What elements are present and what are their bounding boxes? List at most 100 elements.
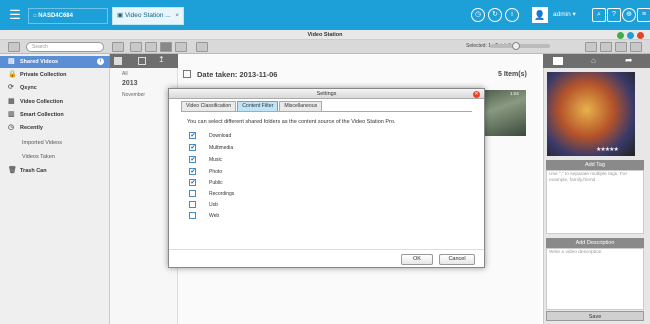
checkbox[interactable] bbox=[189, 168, 196, 176]
folder-label: Download bbox=[209, 133, 232, 139]
globe-icon[interactable]: ⊕ bbox=[622, 8, 636, 22]
sidebar-item-recently[interactable]: ◷ Recently bbox=[0, 122, 110, 134]
toolbar: Search Selected: 1 , Total: 5 bbox=[0, 40, 650, 54]
clock-icon[interactable]: ◷ bbox=[471, 8, 485, 22]
video-station-tab[interactable]: ▣ Video Station ... × bbox=[112, 7, 184, 25]
tab-video-classification[interactable]: Video Classification bbox=[181, 101, 237, 111]
window-title-bar: Video Station bbox=[0, 30, 650, 40]
sidebar-item-shared-videos[interactable]: ▤ Shared Videos i bbox=[0, 56, 110, 68]
upload-icon[interactable]: ↥ bbox=[158, 55, 165, 64]
timeline-all[interactable]: All bbox=[122, 71, 128, 77]
dialog-tabs: Video Classification Content Filter Miscel… bbox=[181, 101, 323, 111]
grid-view-icon[interactable] bbox=[112, 42, 124, 52]
tab-content-filter[interactable]: Content Filter bbox=[237, 101, 279, 111]
dialog-close-icon[interactable]: ✕ bbox=[473, 90, 480, 98]
detail-view-icon[interactable] bbox=[175, 42, 187, 52]
tag-input[interactable]: Use "," to separate multiple tags. For e… bbox=[546, 170, 644, 234]
sidebar-item-label: Trash Can bbox=[20, 168, 47, 174]
sidebar-item-label: Private Collection bbox=[20, 72, 67, 78]
search-placeholder: Search bbox=[32, 44, 48, 50]
calendar-icon[interactable] bbox=[138, 57, 146, 65]
info-badge-icon[interactable]: i bbox=[97, 58, 104, 65]
gear-icon[interactable] bbox=[600, 42, 612, 52]
window-close-icon[interactable] bbox=[637, 31, 644, 39]
video-info-icon[interactable] bbox=[553, 57, 563, 65]
checkbox[interactable] bbox=[189, 156, 196, 164]
sidebar: ▤ Shared Videos i 🔒 Private Collection ⟳ Qsy… bbox=[0, 54, 110, 324]
dialog-title: Settings bbox=[169, 89, 484, 99]
folder-label: Multimedia bbox=[209, 145, 234, 151]
zoom-slider[interactable] bbox=[490, 44, 550, 48]
sync-icon: ⟳ bbox=[8, 84, 14, 91]
username: admin bbox=[553, 11, 571, 18]
checkbox[interactable] bbox=[189, 190, 196, 197]
top-bar: ☰ ⌂ NASD4C684 ▣ Video Station ... × ◷ ↻ i… bbox=[0, 0, 650, 30]
share-icon[interactable]: ➦ bbox=[625, 55, 633, 66]
thumbnail-view-icon[interactable] bbox=[130, 42, 142, 52]
user-avatar-icon[interactable]: 👤 bbox=[532, 7, 548, 23]
sidebar-item-label: Qsync bbox=[20, 85, 37, 91]
add-description-button[interactable]: Add Description bbox=[546, 238, 644, 248]
zoom-slider-handle[interactable] bbox=[512, 42, 520, 50]
close-tab-icon[interactable]: × bbox=[175, 8, 179, 24]
settings-icon[interactable] bbox=[585, 42, 597, 52]
timeline-month[interactable]: November bbox=[122, 92, 145, 98]
refresh-icon[interactable]: ↻ bbox=[488, 8, 502, 22]
options-icon[interactable]: ≡ bbox=[637, 8, 650, 22]
sidebar-item-label: Imported Videos bbox=[22, 140, 62, 146]
sidebar-item-qsync[interactable]: ⟳ Qsync bbox=[0, 82, 110, 94]
sidebar-item-label: Video Collection bbox=[20, 99, 63, 105]
video-thumbnail[interactable] bbox=[478, 90, 526, 136]
nas-home-tab[interactable]: ⌂ NASD4C684 bbox=[28, 8, 108, 24]
minimize-icon[interactable] bbox=[617, 31, 624, 39]
import-icon[interactable] bbox=[196, 42, 208, 52]
date-header: Date taken: 2013-11-06 bbox=[197, 70, 278, 79]
checkbox[interactable] bbox=[189, 144, 196, 152]
sidebar-item-video-collection[interactable]: ▦ Video Collection bbox=[0, 96, 110, 108]
sidebar-item-label: Shared Videos bbox=[20, 59, 59, 65]
main-menu-icon[interactable]: ☰ bbox=[6, 6, 24, 24]
description-input[interactable]: Write a video description bbox=[546, 248, 644, 310]
sidebar-item-imported-videos[interactable]: Imported Videos bbox=[0, 137, 110, 149]
video-preview-image bbox=[547, 72, 635, 156]
nas-name: NASD4C684 bbox=[38, 13, 73, 19]
timeline-year[interactable]: 2013 bbox=[122, 80, 138, 87]
lock-icon: 🔒 bbox=[8, 71, 17, 78]
sidebar-item-label: Videos Taken bbox=[22, 154, 55, 160]
sidebar-toggle-icon[interactable] bbox=[8, 42, 20, 52]
info-icon[interactable]: i bbox=[505, 8, 519, 22]
video-station-tab-label: Video Station ... bbox=[124, 12, 171, 19]
folder-label: Usb bbox=[209, 202, 218, 208]
timeline-view-icon[interactable] bbox=[160, 42, 172, 52]
select-all-checkbox[interactable] bbox=[183, 70, 191, 78]
ok-button[interactable]: OK bbox=[401, 254, 433, 265]
tab-miscellaneous[interactable]: Miscellaneous bbox=[279, 101, 323, 111]
smart-collection-icon: ▥ bbox=[8, 111, 15, 118]
rating-stars[interactable]: ★★★★★ bbox=[596, 146, 619, 153]
sidebar-item-smart-collection[interactable]: ▥ Smart Collection bbox=[0, 109, 110, 121]
help-icon[interactable]: ? bbox=[607, 8, 621, 22]
checkbox[interactable] bbox=[189, 132, 196, 140]
more-icon[interactable] bbox=[630, 42, 642, 52]
user-menu[interactable]: admin ▾ bbox=[553, 10, 576, 18]
sidebar-item-trash-can[interactable]: 🗑 Trash Can bbox=[0, 165, 110, 177]
checkbox[interactable] bbox=[189, 212, 196, 219]
search-icon[interactable]: ⌕ bbox=[592, 8, 606, 22]
tag-icon[interactable]: ⌂ bbox=[591, 56, 596, 65]
user-menu-caret: ▾ bbox=[572, 11, 576, 18]
checkbox[interactable] bbox=[189, 179, 196, 187]
sidebar-item-label: Recently bbox=[20, 125, 43, 131]
help-button-icon[interactable] bbox=[615, 42, 627, 52]
dialog-description: You can select different shared folders … bbox=[187, 119, 396, 125]
sidebar-item-videos-taken[interactable]: Videos Taken bbox=[0, 151, 110, 163]
add-tag-button[interactable]: Add Tag bbox=[546, 160, 644, 170]
save-button[interactable]: Save bbox=[546, 311, 644, 321]
cancel-button[interactable]: Cancel bbox=[439, 254, 475, 265]
search-input[interactable]: Search bbox=[26, 42, 104, 52]
list-view-icon[interactable] bbox=[145, 42, 157, 52]
maximize-icon[interactable] bbox=[627, 31, 634, 39]
video-duration: 1:04 bbox=[510, 91, 519, 96]
timeline-icon[interactable] bbox=[114, 57, 122, 65]
sidebar-item-private-collection[interactable]: 🔒 Private Collection bbox=[0, 69, 110, 81]
checkbox[interactable] bbox=[189, 201, 196, 208]
